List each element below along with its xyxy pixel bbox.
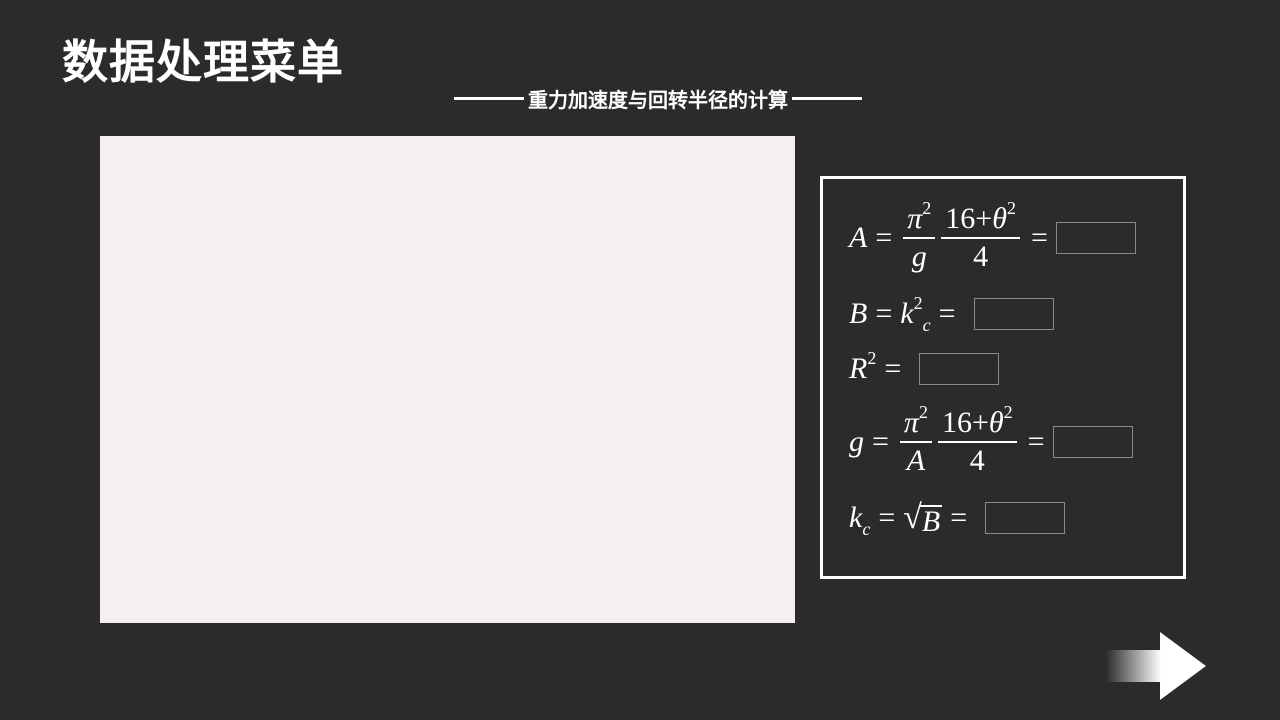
formula-A-den2: 4	[973, 240, 989, 273]
answer-kc-input[interactable]	[985, 502, 1066, 534]
exponent: 2	[1003, 402, 1013, 422]
formula-g-lhs: g	[849, 425, 864, 458]
formula-g-den1: A	[906, 444, 926, 477]
arrow-right-icon	[1106, 632, 1206, 700]
B-symbol: B	[919, 505, 943, 538]
theta-symbol: θ	[988, 406, 1004, 439]
formula-g-num1: π2	[900, 402, 932, 441]
formula-R: R2 =	[849, 349, 1000, 386]
answer-A-input[interactable]	[1055, 222, 1136, 254]
theta-symbol: θ	[992, 202, 1007, 235]
formula-B-kc2: k2c	[900, 294, 930, 334]
R-symbol: R	[849, 352, 868, 385]
formula-B: B = k2c =	[849, 294, 1054, 334]
subscript-c: c	[862, 519, 871, 539]
formula-panel: A = π2 g 16+θ2 4 = B = k2c = R2 = g = π2	[820, 176, 1186, 579]
formula-A: A = π2 g 16+θ2 4 =	[849, 198, 1136, 275]
formula-g-num2: 16+θ2	[938, 402, 1017, 441]
formula-g-frac2: 16+θ2 4	[937, 402, 1017, 479]
pi-symbol: π	[907, 202, 923, 235]
formula-R-lhs: R2	[849, 349, 876, 386]
exponent: 2	[867, 348, 877, 368]
k-symbol: k	[900, 297, 914, 330]
formula-A-eq2: =	[1030, 221, 1048, 254]
formula-A-num2: 16+θ2	[941, 198, 1020, 237]
plus-sign: +	[975, 202, 993, 235]
subscript-c: c	[922, 315, 931, 335]
formula-g-eq2: =	[1027, 425, 1045, 458]
plus-sign: +	[971, 406, 989, 439]
formula-g-eq1: =	[872, 425, 889, 458]
formula-kc-lhs: kc	[849, 501, 870, 538]
formula-kc-eq2: =	[950, 501, 968, 534]
data-canvas[interactable]	[100, 136, 795, 623]
formula-A-eq1: =	[875, 221, 893, 254]
formula-A-num1: π2	[903, 198, 935, 237]
subtitle-block: 重力加速度与回转半径的计算	[454, 84, 862, 112]
next-arrow-button[interactable]	[1106, 632, 1208, 700]
formula-g: g = π2 A 16+θ2 4 =	[849, 402, 1133, 479]
answer-g-input[interactable]	[1052, 426, 1133, 458]
pi-symbol: π	[903, 406, 919, 439]
number-16: 16	[941, 406, 972, 439]
formula-kc: kc = √ B =	[849, 499, 1066, 538]
exponent: 2	[1006, 198, 1016, 218]
formula-A-den1: g	[911, 240, 927, 273]
formula-A-frac2: 16+θ2 4	[941, 198, 1020, 275]
formula-kc-sqrt: √ B	[903, 499, 943, 538]
answer-R-input[interactable]	[919, 353, 1000, 385]
subtitle-right-line	[792, 96, 862, 100]
subtitle-left-line	[454, 96, 524, 100]
formula-g-den2: 4	[969, 444, 985, 477]
formula-A-lhs: A	[849, 221, 868, 254]
formula-g-frac1: π2 A	[899, 402, 932, 479]
exponent: 2	[913, 293, 923, 313]
k-symbol: k	[849, 501, 863, 534]
formula-B-eq1: =	[875, 297, 893, 330]
exponent: 2	[922, 198, 932, 218]
formula-kc-eq1: =	[878, 501, 896, 534]
answer-B-input[interactable]	[973, 298, 1054, 330]
formula-A-frac1: π2 g	[903, 198, 936, 275]
exponent: 2	[918, 402, 928, 422]
page-title: 数据处理菜单	[62, 35, 344, 89]
formula-R-eq: =	[884, 352, 902, 385]
page-subtitle: 重力加速度与回转半径的计算	[528, 87, 788, 112]
formula-B-eq2: =	[938, 297, 956, 330]
formula-B-lhs: B	[849, 297, 868, 330]
number-16: 16	[945, 202, 976, 235]
